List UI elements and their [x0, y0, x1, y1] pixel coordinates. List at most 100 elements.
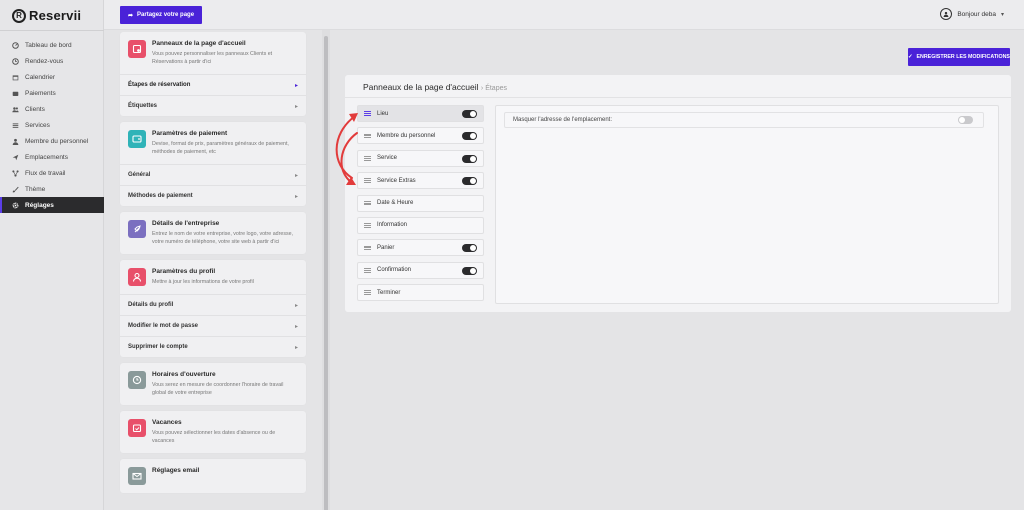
brand-logo-mark: R — [12, 8, 26, 23]
settings-subitem[interactable]: Supprimer le compte ▸ — [120, 336, 306, 357]
user-menu[interactable]: Bonjour deba ▾ — [940, 8, 1004, 20]
step-toggle[interactable] — [462, 266, 477, 275]
step-label: Lieu — [377, 110, 389, 117]
step-toggle[interactable] — [462, 110, 477, 118]
step-item[interactable]: Service Extras — [357, 172, 484, 190]
user-avatar-icon — [940, 8, 953, 20]
step-item[interactable]: Terminer — [357, 284, 484, 302]
calendar-icon — [12, 74, 19, 81]
drag-handle-icon[interactable] — [364, 268, 371, 273]
settings-card-header[interactable]: Vacances Vous pouvez sélectionner les dat… — [120, 411, 306, 453]
sidebar-item-clients[interactable]: Clients — [0, 101, 104, 117]
step-label: Information — [377, 222, 408, 229]
settings-subitem-label: Général — [128, 172, 151, 178]
sidebar-item-label: Rendez-vous — [25, 57, 64, 65]
step-item[interactable]: Membre du personnel — [357, 127, 484, 145]
settings-subitem-label: Méthodes de paiement — [128, 193, 193, 199]
hours-icon — [128, 371, 146, 389]
sidebar-item-workflows[interactable]: Flux de travail — [0, 165, 104, 181]
settings-card-company: Détails de l'entreprise Entrez le nom de … — [120, 212, 306, 254]
settings-card-header[interactable]: Paramètres du profil Mettre à jour les in… — [120, 260, 306, 294]
settings-subitem[interactable]: Détails du profil ▸ — [120, 294, 306, 315]
settings-subitem[interactable]: Étapes de réservation ▸ — [120, 74, 306, 95]
scrollbar-thumb[interactable] — [324, 36, 328, 510]
share-page-button[interactable]: ➦ Partagez votre page — [120, 6, 203, 24]
step-item[interactable]: Confirmation — [357, 261, 484, 279]
settings-subitem[interactable]: Méthodes de paiement ▸ — [120, 185, 306, 206]
share-icon: ➦ — [128, 12, 134, 19]
sidebar-item-settings[interactable]: Réglages — [0, 197, 104, 213]
page-subtitle: Étapes — [485, 85, 507, 92]
settings-card-text: Paramètres du profil Mettre à jour les in… — [152, 268, 254, 286]
sidebar-item-appointments[interactable]: Rendez-vous — [0, 53, 104, 69]
sidebar-item-dashboard[interactable]: Tableau de bord — [0, 37, 104, 53]
step-item[interactable]: Service — [357, 149, 484, 167]
sidebar-item-services[interactable]: Services — [0, 117, 104, 133]
step-toggle[interactable] — [462, 244, 477, 253]
settings-card-title: Réglages email — [152, 467, 200, 474]
user-icon — [12, 138, 19, 145]
sidebar-item-label: Calendrier — [25, 73, 55, 81]
share-page-label: Partagez votre page — [137, 12, 195, 18]
settings-subitem[interactable]: Étiquettes ▸ — [120, 95, 306, 116]
drag-handle-icon[interactable] — [364, 245, 371, 251]
chevron-right-icon: ▸ — [294, 302, 298, 309]
step-label: Service Extras — [377, 177, 416, 184]
settings-list: Panneaux de la page d'accueil Vous pouvez… — [114, 32, 316, 510]
divider — [345, 97, 1011, 98]
company-icon — [128, 220, 146, 238]
step-item[interactable]: Information — [357, 216, 484, 234]
sidebar-item-label: Membre du personnel — [25, 137, 89, 145]
settings-card-text: Détails de l'entreprise Entrez le nom de … — [152, 220, 298, 246]
drag-handle-icon[interactable] — [364, 111, 371, 116]
step-detail-panel: Masquer l'adresse de l'emplacement: — [495, 105, 999, 304]
sidebar-item-staff[interactable]: Membre du personnel — [0, 133, 104, 149]
step-toggle[interactable] — [462, 132, 477, 141]
sidebar-item-payments[interactable]: Paiements — [0, 85, 104, 101]
settings-card-title: Paramètres de paiement — [152, 130, 228, 137]
settings-card-hours: Horaires d'ouverture Vous serez en mesure… — [120, 363, 306, 405]
sidebar-item-label: Paiements — [25, 89, 56, 97]
step-toggle[interactable] — [462, 177, 477, 186]
settings-card-header[interactable]: Détails de l'entreprise Entrez le nom de … — [120, 212, 306, 254]
step-toggle[interactable] — [462, 154, 477, 163]
brand-logo[interactable]: R Reservii — [12, 8, 81, 23]
drag-handle-icon[interactable] — [364, 290, 371, 295]
settings-subitem-label: Étiquettes — [128, 103, 158, 109]
chevron-right-icon: ▸ — [294, 172, 298, 179]
settings-card-description: Entrez le nom de votre entreprise, votre… — [152, 231, 294, 245]
users-icon — [12, 106, 19, 113]
settings-scrollbar[interactable] — [322, 30, 330, 510]
settings-card-email: Réglages email — [120, 459, 306, 493]
step-item[interactable]: Date & Heure — [357, 194, 484, 212]
drag-handle-icon[interactable] — [364, 200, 371, 206]
drag-handle-icon[interactable] — [364, 178, 371, 183]
settings-card-header[interactable]: Panneaux de la page d'accueil Vous pouvez… — [120, 32, 306, 74]
settings-card-front-panels: Panneaux de la page d'accueil Vous pouvez… — [120, 32, 306, 116]
settings-card-title: Horaires d'ouverture — [152, 371, 216, 378]
drag-handle-icon[interactable] — [364, 156, 371, 161]
step-item[interactable]: Lieu — [357, 105, 484, 122]
drag-handle-icon[interactable] — [364, 133, 371, 139]
step-item[interactable]: Panier — [357, 239, 484, 257]
settings-card-description: Vous pouvez personnaliser les panneaux C… — [152, 51, 273, 65]
email-icon — [128, 467, 146, 485]
booking-steps-panel: Panneaux de la page d'accueil › Étapes L… — [345, 75, 1011, 312]
chevron-right-icon: ▸ — [294, 193, 298, 200]
settings-subitem[interactable]: Général ▸ — [120, 164, 306, 185]
sidebar-nav: Tableau de bord Rendez-vous Calendrier Paie… — [0, 37, 104, 213]
sidebar-item-calendar[interactable]: Calendrier — [0, 69, 104, 85]
save-changes-button[interactable]: ✓ ENREGISTRER LES MODIFICATIONS — [908, 48, 1010, 66]
settings-card-header[interactable]: Horaires d'ouverture Vous serez en mesure… — [120, 363, 306, 405]
sidebar-item-label: Services — [25, 121, 50, 129]
breadcrumb: Panneaux de la page d'accueil › Étapes — [363, 82, 507, 92]
hide-location-address-toggle[interactable] — [958, 116, 973, 124]
sidebar-item-theme[interactable]: Thème — [0, 181, 104, 197]
settings-card-header[interactable]: Paramètres de paiement Devise, format de … — [120, 122, 306, 164]
settings-card-header[interactable]: Réglages email — [120, 459, 306, 493]
settings-card-description: Vous serez en mesure de coordonner l'hor… — [152, 382, 284, 396]
settings-subitem[interactable]: Modifier le mot de passe ▸ — [120, 315, 306, 336]
drag-handle-icon[interactable] — [364, 223, 371, 228]
user-greeting: Bonjour deba — [957, 10, 996, 18]
sidebar-item-locations[interactable]: Emplacements — [0, 149, 104, 165]
